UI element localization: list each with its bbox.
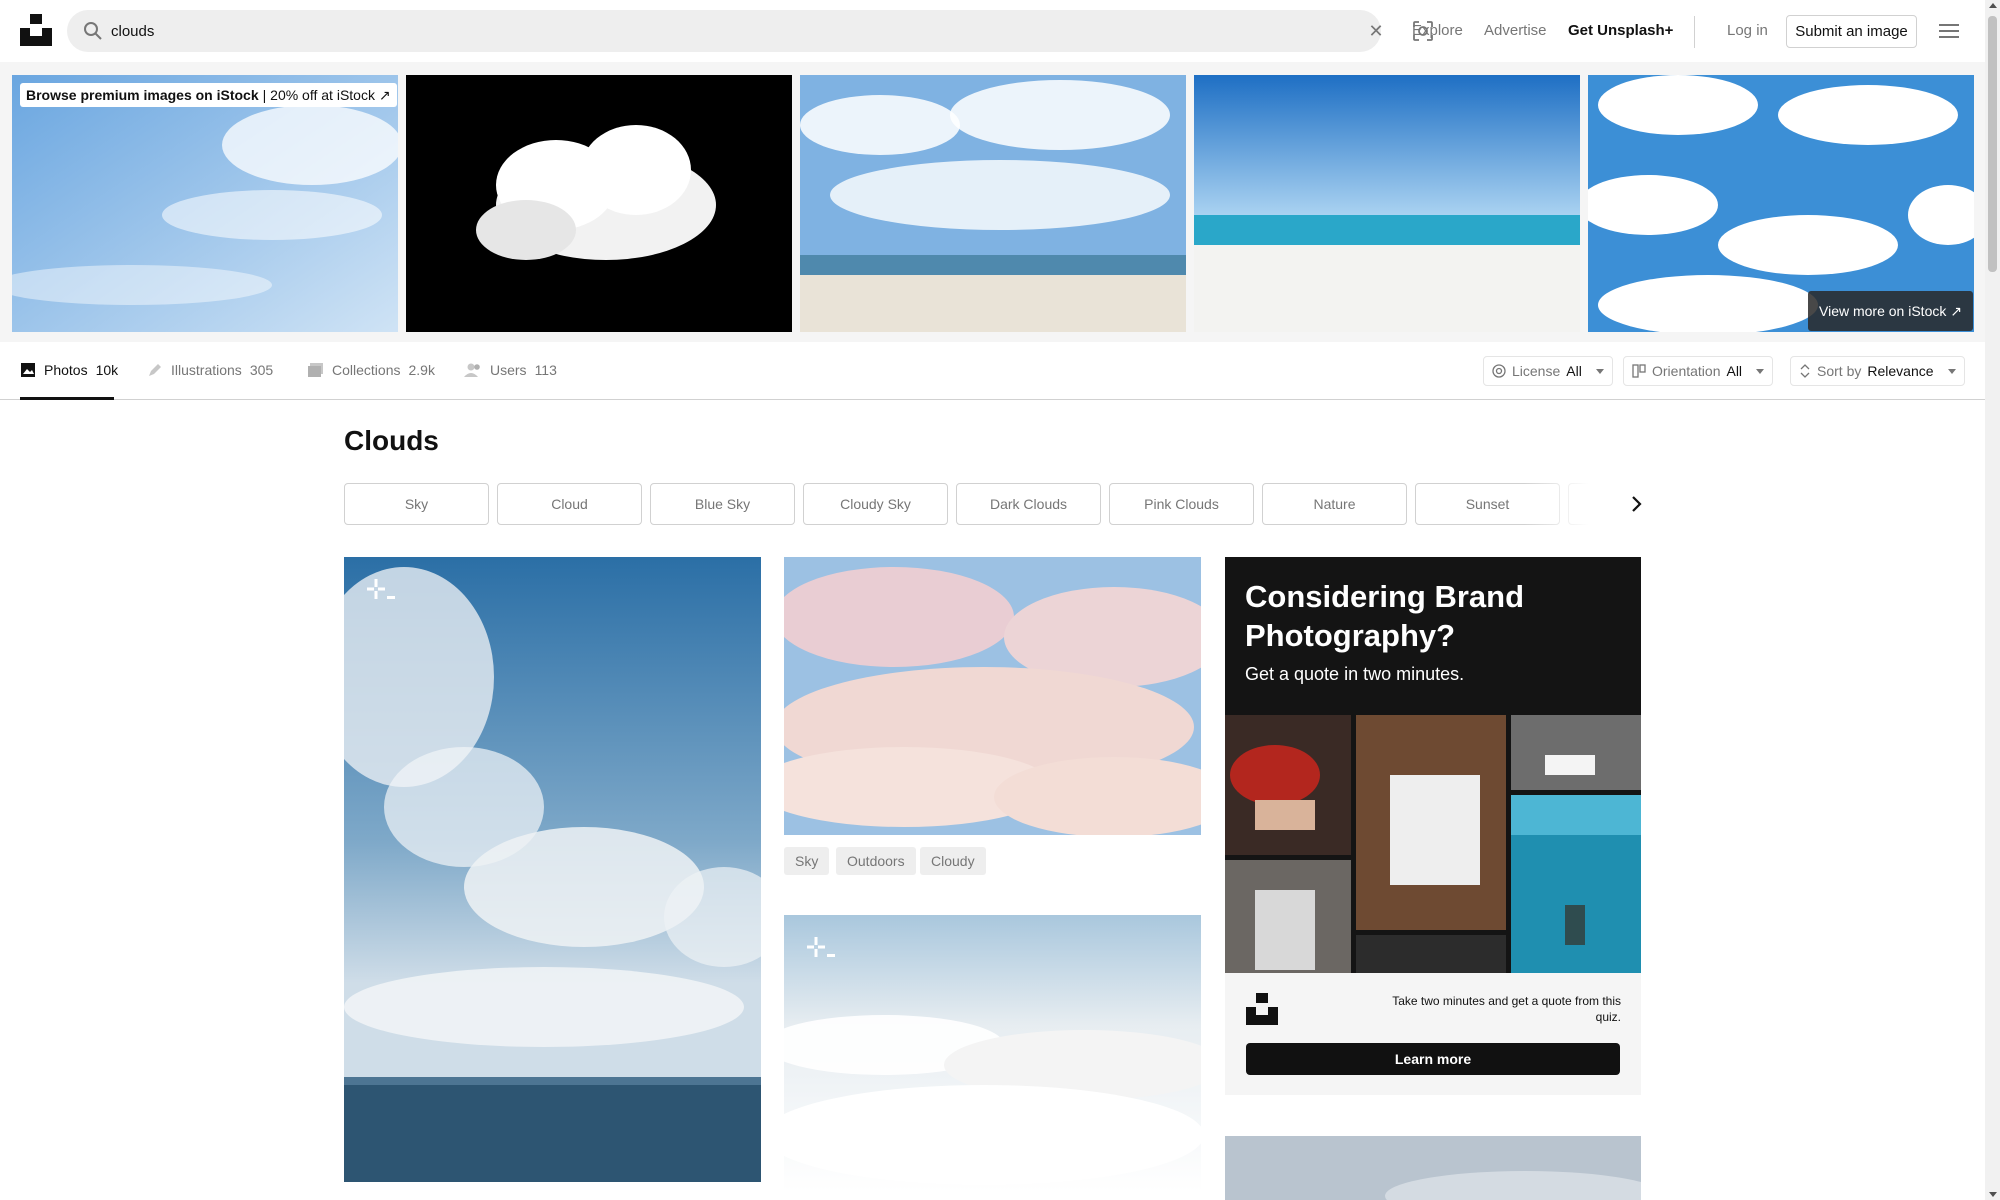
learn-more-button[interactable]: Learn more [1246,1043,1620,1075]
tab-collections[interactable]: Collections 2.9k [307,362,435,378]
istock-promo-badge[interactable]: Browse premium images on iStock | 20% of… [20,83,397,107]
photo-grey-sky[interactable] [1225,1136,1641,1200]
chips-fade [1524,483,1641,525]
photo-tag-sky[interactable]: Sky [784,847,830,875]
photo-sky-ocean[interactable] [344,557,761,1182]
license-filter-label: License [1512,363,1561,379]
istock-image-sky[interactable] [12,75,398,332]
tab-photos-label: Photos [44,362,88,378]
unsplash-logo-icon[interactable] [20,14,52,46]
tab-users-count: 113 [534,362,557,378]
ad-subhead: Get a quote in two minutes. [1245,664,1465,684]
chevron-down-icon [1595,368,1604,374]
license-icon [1492,364,1506,378]
orientation-filter-label: Orientation [1652,363,1721,379]
istock-promo-bold: Browse premium images on iStock [26,87,259,103]
pen-icon [149,364,161,376]
collections-icon [308,363,323,377]
sort-filter-value: Relevance [1867,363,1934,379]
active-tab-underline [20,397,114,400]
clear-search-icon[interactable]: ✕ [1367,22,1385,40]
photo-above-clouds[interactable] [784,915,1201,1192]
submit-image-button[interactable]: Submit an image [1786,15,1917,48]
ad-headline: Considering Brand Photography? [1245,579,1525,653]
search-bar[interactable]: ✕ [67,10,1433,52]
scroll-down-icon[interactable] [1989,1192,1997,1197]
scroll-up-icon[interactable] [1989,3,1997,8]
search-icon[interactable] [83,21,103,41]
nav-explore[interactable]: Explore [1412,22,1463,39]
tab-users[interactable]: Users 113 [464,362,557,378]
nav-divider [1694,16,1695,48]
istock-promo-discount: | 20% off at iStock ↗ [262,86,391,103]
license-filter-value: All [1566,363,1582,379]
istock-banner: Browse premium images on iStock | 20% of… [0,62,1985,342]
orientation-filter-value: All [1726,363,1743,379]
license-filter[interactable]: License All [1483,356,1613,386]
page-title: Clouds [344,425,439,456]
unsplash-plus-icon [807,937,835,957]
chip-nature[interactable]: Nature [1262,483,1407,525]
nav-get-unsplash-plus[interactable]: Get Unsplash+ [1568,22,1673,39]
chip-sky[interactable]: Sky [344,483,489,525]
orientation-icon [1632,364,1646,378]
sort-icon [1800,364,1810,378]
scrollbar-thumb[interactable] [1988,16,1997,272]
istock-image-cloud-black[interactable] [406,75,792,332]
login-link[interactable]: Log in [1727,22,1768,39]
tab-photos[interactable]: Photos 10k [20,362,118,378]
chip-pink-clouds[interactable]: Pink Clouds [1109,483,1254,525]
tab-collections-label: Collections [332,362,401,378]
tab-illustrations-count: 305 [249,362,274,378]
photo-icon [21,363,35,377]
chip-dark-clouds[interactable]: Dark Clouds [956,483,1101,525]
chip-blue-sky[interactable]: Blue Sky [650,483,795,525]
ad-footer: Take two minutes and get a quote from th… [1225,973,1641,1095]
orientation-filter[interactable]: Orientation All [1623,356,1774,386]
search-input[interactable] [111,16,1311,46]
hamburger-menu-icon[interactable] [1938,20,1960,42]
unsplash-search-page: ✕ Explore Advertise Get Unsplash+ Log in… [0,0,2000,1200]
chevron-right-icon[interactable] [1625,493,1647,515]
sort-filter-label: Sort by [1817,363,1862,379]
photo-tag-outdoors[interactable]: Outdoors [836,847,916,875]
tab-users-label: Users [490,362,527,378]
tab-collections-count: 2.9k [408,362,435,378]
media-tabs: Photos 10k Illustrations 305 Collections… [0,342,1985,400]
page-scrollbar[interactable] [1985,0,2000,1200]
istock-image-beach-clouds[interactable] [800,75,1186,332]
tab-illustrations-label: Illustrations [171,362,242,378]
sort-filter[interactable]: Sort by Relevance [1790,356,1965,386]
tab-photos-count: 10k [95,362,119,378]
istock-image-ocean[interactable] [1194,75,1580,332]
chevron-down-icon [1756,368,1765,374]
photo-tag-cloudy[interactable]: Cloudy [920,847,986,875]
chip-cloudy-sky[interactable]: Cloudy Sky [803,483,948,525]
ad-footer-text: Take two minutes and get a quote from th… [1392,994,1621,1024]
users-icon [464,363,480,377]
related-searches: Sky Cloud Blue Sky Cloudy Sky Dark Cloud… [344,483,1641,525]
chip-cloud[interactable]: Cloud [497,483,642,525]
tab-illustrations[interactable]: Illustrations 305 [147,362,273,378]
unsplash-logo-icon [1246,993,1278,1025]
photo-pink-clouds[interactable] [784,557,1201,835]
view-more-istock-button[interactable]: View more on iStock ↗ [1808,291,1973,331]
nav-advertise[interactable]: Advertise [1484,22,1547,39]
unsplash-plus-icon [367,579,395,599]
top-bar: ✕ Explore Advertise Get Unsplash+ Log in… [0,0,1985,62]
chevron-down-icon [1947,368,1956,374]
